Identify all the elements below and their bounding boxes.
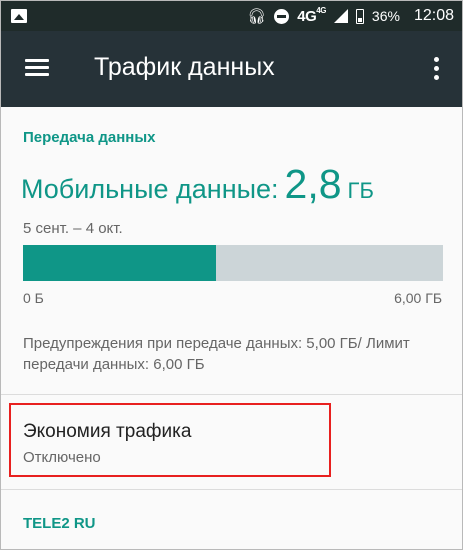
warning-limit-text: Предупреждения при передаче данных: 5,00… <box>23 335 410 373</box>
billing-period: 5 сент. – 4 окт. <box>23 220 123 237</box>
usage-label: Мобильные данные: <box>21 174 279 204</box>
hamburger-menu-icon[interactable] <box>25 59 49 79</box>
app-toolbar: Трафик данных <box>1 31 462 107</box>
data-saver-status: Отключено <box>23 449 101 466</box>
section-header-data-transfer: Передача данных <box>23 129 156 146</box>
more-options-icon[interactable] <box>434 57 440 81</box>
network-type-small: 4G <box>316 5 326 15</box>
carrier-section-header: TELE2 RU <box>23 515 96 532</box>
usage-value: 2,8 <box>284 161 342 207</box>
battery-percent: 36% <box>371 8 400 24</box>
data-saver-item[interactable]: Экономия трафика Отключено <box>9 403 331 477</box>
screen: 🎧︎ 4G4G 36% 12:08 Трафик данных Передача… <box>0 0 463 550</box>
divider <box>1 489 462 490</box>
usage-unit: ГБ <box>347 178 374 203</box>
divider <box>1 394 462 395</box>
mobile-data-usage: Мобильные данные: 2,8 ГБ <box>21 161 374 208</box>
clock: 12:08 <box>413 7 454 24</box>
usage-progress-bar <box>23 245 443 281</box>
headphones-icon: 🎧︎ <box>247 7 267 25</box>
usage-progress-fill <box>23 245 217 281</box>
signal-icon <box>333 9 348 23</box>
battery-icon <box>355 8 364 24</box>
data-saver-title: Экономия трафика <box>23 421 192 442</box>
network-type: 4G4G <box>297 5 326 25</box>
page-title: Трафик данных <box>94 53 275 81</box>
do-not-disturb-icon <box>274 8 290 24</box>
bar-max-label: 6,00 ГБ <box>394 290 442 306</box>
gallery-icon <box>11 9 27 23</box>
status-bar: 🎧︎ 4G4G 36% 12:08 <box>1 1 462 31</box>
bar-min-label: 0 Б <box>23 290 44 306</box>
